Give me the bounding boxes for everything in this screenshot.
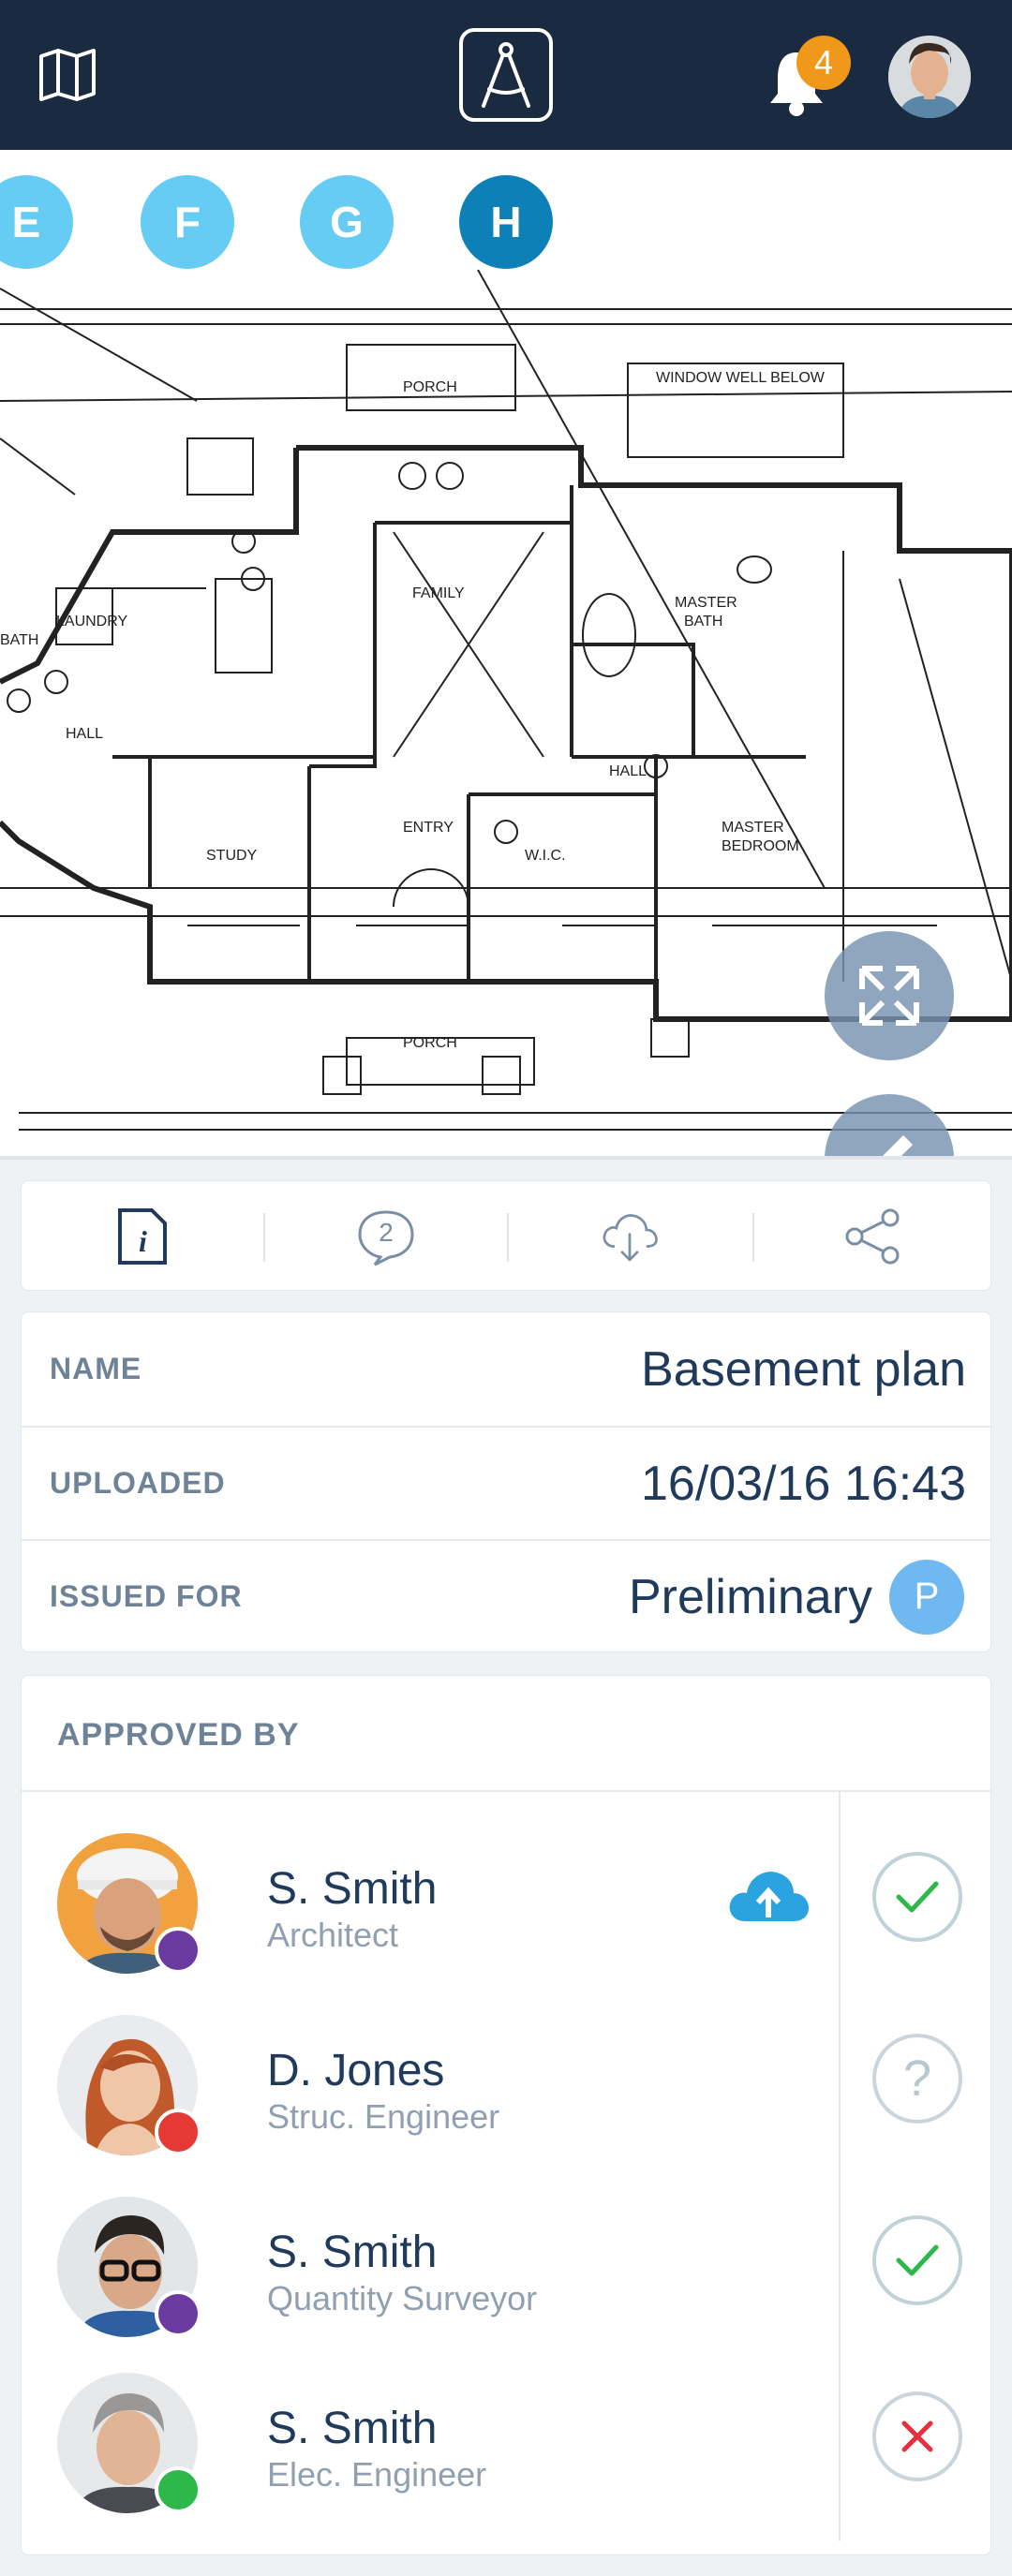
compass-logo-icon[interactable] <box>459 28 553 122</box>
tab-f[interactable]: F <box>141 175 234 269</box>
status-dot <box>155 2109 201 2155</box>
tab-e[interactable]: E <box>0 175 73 269</box>
issued-for-label: ISSUED FOR <box>50 1579 243 1613</box>
svg-text:HALL: HALL <box>609 763 647 779</box>
cloud-download-icon <box>600 1207 660 1266</box>
svg-text:ENTRY: ENTRY <box>403 820 454 836</box>
sheet-tabs: E F G H <box>0 150 1012 270</box>
comment-icon: 2 <box>356 1207 416 1266</box>
svg-text:BATH: BATH <box>0 632 38 648</box>
status-dot <box>155 2466 201 2513</box>
svg-text:MASTER: MASTER <box>722 820 784 836</box>
issue-status-badge: P <box>889 1559 964 1635</box>
approver-name: S. Smith <box>267 1864 438 1914</box>
approved-status[interactable] <box>872 2215 962 2305</box>
user-avatar[interactable] <box>888 36 971 118</box>
approver-role: Elec. Engineer <box>267 2455 487 2494</box>
approver-role: Architect <box>267 1916 399 1954</box>
expand-icon <box>859 966 919 1026</box>
approver-role: Quantity Surveyor <box>267 2279 538 2317</box>
issued-for-value: Preliminary <box>628 1569 872 1624</box>
top-bar: 4 <box>0 0 1012 150</box>
svg-text:PORCH: PORCH <box>403 379 457 395</box>
tab-g[interactable]: G <box>300 175 394 269</box>
info-icon: i <box>112 1207 172 1266</box>
uploaded-label: UPLOADED <box>50 1466 226 1500</box>
approver-row[interactable]: S. Smith Quantity Surveyor <box>22 2170 992 2348</box>
share-icon <box>843 1207 903 1266</box>
document-details: NAME Basement plan UPLOADED 16/03/16 16:… <box>21 1311 992 1652</box>
download-tab[interactable] <box>509 1181 751 1292</box>
rejected-status[interactable] <box>872 2391 962 2481</box>
approver-row[interactable]: S. Smith Elec. Engineer <box>22 2347 992 2524</box>
cloud-upload-icon[interactable] <box>726 1865 811 1931</box>
approver-name: S. Smith <box>267 2228 438 2277</box>
tab-h[interactable]: H <box>459 175 553 269</box>
svg-text:i: i <box>139 1224 147 1258</box>
approved-status[interactable] <box>872 1852 962 1942</box>
approved-by-panel: APPROVED BY S. Smith Architect D. Jones … <box>21 1675 992 2555</box>
status-dot <box>155 2290 201 2337</box>
svg-text:WINDOW WELL BELOW: WINDOW WELL BELOW <box>656 370 826 386</box>
svg-text:BEDROOM: BEDROOM <box>722 838 799 854</box>
svg-text:LAUNDRY: LAUNDRY <box>56 614 128 629</box>
edit-icon <box>883 1135 913 1156</box>
svg-text:STUDY: STUDY <box>206 848 258 864</box>
approver-role: Struc. Engineer <box>267 2097 500 2136</box>
map-icon[interactable] <box>37 47 97 103</box>
svg-text:FAMILY: FAMILY <box>412 585 465 601</box>
notification-badge: 4 <box>796 36 851 90</box>
share-tab[interactable] <box>754 1181 992 1292</box>
name-value: Basement plan <box>641 1341 966 1397</box>
svg-text:BATH: BATH <box>684 614 722 629</box>
svg-text:HALL: HALL <box>66 726 103 742</box>
expand-button[interactable] <box>825 931 954 1060</box>
floor-plan-viewer[interactable]: PORCH FAMILY MASTER BATH MASTER BEDROOM HA… <box>0 270 1012 1160</box>
approver-row[interactable]: S. Smith Architect <box>22 1807 992 1985</box>
uploaded-value: 16/03/16 16:43 <box>641 1456 966 1511</box>
svg-text:MASTER: MASTER <box>675 595 737 611</box>
svg-text:W.I.C.: W.I.C. <box>525 848 566 864</box>
approver-name: D. Jones <box>267 2046 445 2095</box>
info-tab[interactable]: i <box>22 1181 263 1292</box>
comments-tab[interactable]: 2 <box>265 1181 507 1292</box>
approver-row[interactable]: D. Jones Struc. Engineer ? <box>22 1989 992 2167</box>
status-dot <box>155 1927 201 1974</box>
approver-name: S. Smith <box>267 2404 438 2453</box>
action-bar: i 2 <box>21 1180 991 1291</box>
svg-text:PORCH: PORCH <box>403 1035 457 1051</box>
pending-status[interactable]: ? <box>872 2034 962 2124</box>
comment-count: 2 <box>379 1218 394 1247</box>
approved-by-title: APPROVED BY <box>57 1717 300 1753</box>
name-label: NAME <box>50 1352 142 1385</box>
